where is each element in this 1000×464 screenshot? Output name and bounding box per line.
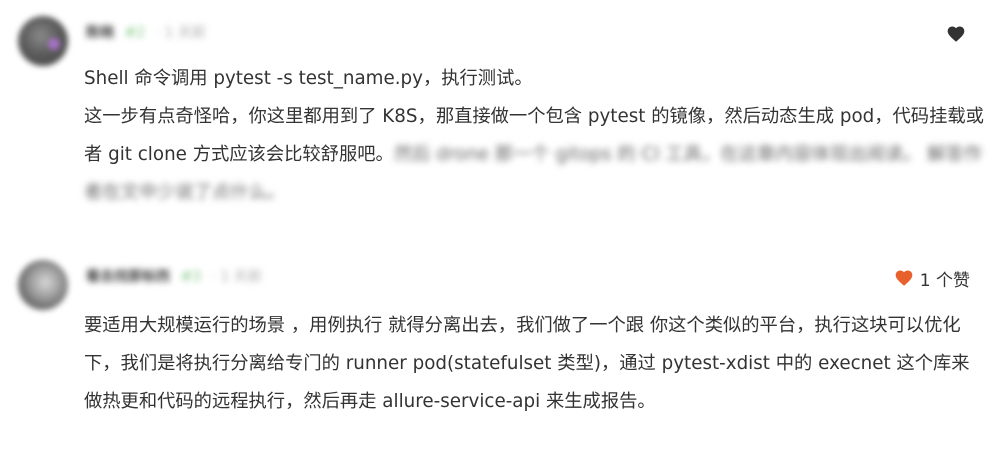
like-button[interactable]: 1 个赞 xyxy=(894,265,970,291)
username[interactable]: 陈晓 xyxy=(86,25,114,41)
heart-icon xyxy=(895,270,913,286)
comment-paragraph: 这一步有点奇怪哈，你这里都用到了 K8S，那直接做一个包含 pytest 的镜像… xyxy=(84,98,984,212)
comment-content: 要适用大规模运行的场景 ，用例执行 就得分离出去，我们做了一个跟 你这个类似的平… xyxy=(84,307,984,421)
comment-paragraph: Shell 命令调用 pytest -s test_name.py，执行测试。 xyxy=(84,68,533,89)
floor-number: #3 xyxy=(180,269,202,285)
like-count: 1 个赞 xyxy=(919,270,970,291)
timestamp: · 1 天前 xyxy=(211,269,262,285)
floor-number: #2 xyxy=(124,25,146,41)
comment-header: 看去找那标西 #3 · 1 天前 xyxy=(86,266,262,288)
comment-content: Shell 命令调用 pytest -s test_name.py，执行测试。 … xyxy=(84,60,984,212)
timestamp: · 1 天前 xyxy=(155,25,206,41)
username[interactable]: 看去找那标西 xyxy=(86,269,170,285)
avatar[interactable] xyxy=(18,260,68,310)
avatar[interactable] xyxy=(18,16,68,66)
comment-item: 看去找那标西 #3 · 1 天前 1 个赞 要适用大规模运行的场景 ，用例执行 … xyxy=(0,248,1000,464)
comment-header: 陈晓 #2 · 1 天前 xyxy=(86,22,206,44)
comment-paragraph: 要适用大规模运行的场景 ，用例执行 就得分离出去，我们做了一个跟 你这个类似的平… xyxy=(84,315,970,412)
like-button[interactable] xyxy=(946,24,968,46)
comment-item: 陈晓 #2 · 1 天前 Shell 命令调用 pytest -s test_n… xyxy=(0,0,1000,232)
heart-icon xyxy=(947,26,965,42)
